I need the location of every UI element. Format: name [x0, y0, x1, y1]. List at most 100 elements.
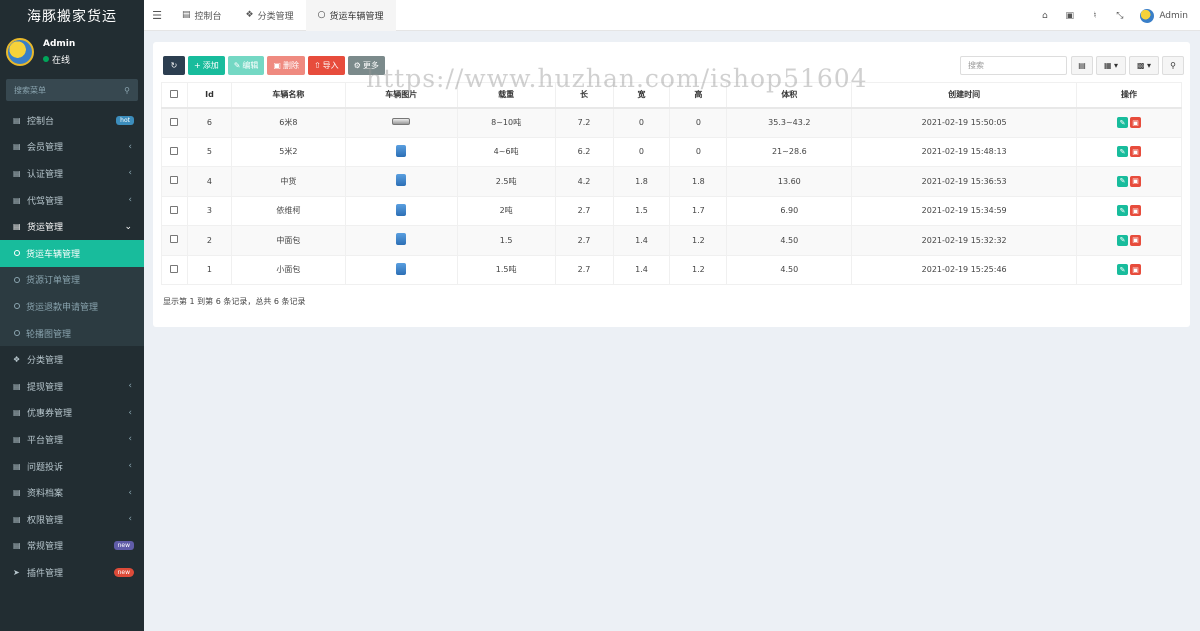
vehicle-thumbnail[interactable]	[396, 262, 407, 275]
menu-search-input[interactable]: 搜索菜单 ⚲	[6, 79, 138, 101]
trash-icon[interactable]: ▣	[1057, 11, 1082, 21]
cell-image[interactable]	[344, 166, 458, 197]
sidebar-item-driving[interactable]: ▤ 代驾管理 ‹	[0, 187, 144, 214]
checkbox[interactable]	[170, 264, 179, 273]
checkbox[interactable]	[170, 89, 179, 98]
cell-image[interactable]	[344, 254, 458, 285]
checkbox[interactable]	[170, 235, 179, 244]
row-checkbox[interactable]	[161, 195, 188, 226]
sidebar-item-label: 权限管理	[27, 515, 64, 526]
edit-row-button[interactable]: ✎	[1117, 146, 1129, 158]
sidebar-item-coupons[interactable]: ▤ 优惠券管理 ‹	[0, 400, 144, 427]
freight-submenu: 货运车辆管理 货源订单管理 货运退款申请管理 轮播图管理	[0, 239, 144, 347]
tab-category[interactable]: ❖ 分类管理	[234, 0, 306, 31]
row-checkbox[interactable]	[161, 225, 188, 256]
tab-dashboard[interactable]: ▤ 控制台	[170, 0, 234, 31]
vehicle-thumbnail[interactable]	[396, 144, 407, 157]
delete-button[interactable]: ▣ 删除	[267, 56, 305, 75]
trash-icon: ▣	[273, 61, 281, 70]
sidebar-item-general[interactable]: ▤ 常规管理 new	[0, 533, 144, 560]
menu-toggle-icon[interactable]: ☰	[144, 9, 170, 22]
table-search-input[interactable]: 搜索	[960, 56, 1067, 75]
vehicle-thumbnail[interactable]	[396, 203, 407, 216]
sidebar-item-dashboard[interactable]: ▤ 控制台 hot	[0, 107, 144, 134]
row-checkbox[interactable]	[161, 107, 188, 138]
vehicle-thumbnail[interactable]	[396, 233, 407, 246]
delete-row-button[interactable]: ▣	[1130, 205, 1142, 217]
sidebar-item-permissions[interactable]: ▤ 权限管理 ‹	[0, 506, 144, 533]
advanced-search-button[interactable]: ⚲	[1162, 56, 1184, 75]
sidebar-item-members[interactable]: ▤ 会员管理 ‹	[0, 134, 144, 161]
sidebar-item-category[interactable]: ❖ 分类管理	[0, 346, 144, 373]
pencil-icon: ✎	[233, 61, 241, 70]
columns-button[interactable]: ▦ ▾	[1096, 56, 1126, 75]
checkbox[interactable]	[170, 205, 179, 214]
user-menu[interactable]: Admin	[1159, 11, 1188, 21]
language-icon[interactable]: ♮	[1082, 11, 1107, 21]
add-button[interactable]: + 添加	[188, 56, 225, 75]
table-row[interactable]: 2 中面包 1.5 2.7 1.4 1.2 4.50 2021-02-19 15…	[161, 225, 1182, 256]
export-button[interactable]: ▩ ▾	[1129, 56, 1159, 75]
edit-row-button[interactable]: ✎	[1117, 175, 1129, 187]
edit-row-button[interactable]: ✎	[1117, 264, 1129, 276]
col-id[interactable]: Id	[186, 82, 232, 109]
refresh-button[interactable]: ↻	[163, 56, 185, 75]
cell-width: 1.4	[612, 254, 671, 285]
sidebar-subitem-orders[interactable]: 货源订单管理	[0, 267, 144, 294]
sidebar-subitem-carousel[interactable]: 轮播图管理	[0, 320, 144, 347]
truck-icon: ▤	[13, 222, 21, 232]
row-checkbox[interactable]	[161, 254, 188, 285]
leaf-icon: ❖	[13, 355, 21, 365]
delete-row-button[interactable]: ▣	[1130, 146, 1142, 158]
table-row[interactable]: 1 小面包 1.5吨 2.7 1.4 1.2 4.50 2021-02-19 1…	[161, 254, 1182, 285]
toggle-view-button[interactable]: ▤	[1071, 56, 1093, 75]
table-row[interactable]: 4 中货 2.5吨 4.2 1.8 1.8 13.60 2021-02-19 1…	[161, 166, 1182, 197]
edit-button[interactable]: ✎ 编辑	[227, 56, 265, 75]
checkbox[interactable]	[170, 146, 179, 155]
platform-icon: ▤	[13, 434, 21, 444]
sidebar-subitem-refunds[interactable]: 货运退款申请管理	[0, 293, 144, 320]
delete-row-button[interactable]: ▣	[1130, 117, 1142, 128]
vehicle-thumbnail[interactable]	[396, 174, 407, 187]
sidebar-item-platform[interactable]: ▤ 平台管理 ‹	[0, 426, 144, 453]
row-checkbox[interactable]	[161, 136, 188, 167]
delete-row-button[interactable]: ▣	[1130, 234, 1142, 246]
table-row[interactable]: 6 6米8 8~10吨 7.2 0 0 35.3~43.2 2021-02-19…	[161, 107, 1182, 138]
row-checkbox[interactable]	[161, 166, 188, 197]
sidebar-item-verification[interactable]: ▤ 认证管理 ‹	[0, 160, 144, 187]
sidebar-item-withdraw[interactable]: ▤ 提现管理 ‹	[0, 373, 144, 400]
vehicle-thumbnail[interactable]	[392, 118, 411, 125]
cell-image[interactable]	[344, 225, 458, 256]
sidebar-item-plugins[interactable]: ➤ 插件管理 new	[0, 559, 144, 586]
edit-row-button[interactable]: ✎	[1117, 234, 1129, 246]
cell-image[interactable]	[344, 136, 458, 167]
sidebar-item-complaints[interactable]: ▤ 问题投诉 ‹	[0, 453, 144, 480]
checkbox[interactable]	[170, 117, 179, 126]
home-icon[interactable]: ⌂	[1032, 11, 1057, 21]
table-row[interactable]: 3 依维柯 2吨 2.7 1.5 1.7 6.90 2021-02-19 15:…	[161, 195, 1182, 226]
import-button[interactable]: ⇧ 导入	[307, 56, 345, 75]
sidebar-subitem-label: 货运退款申请管理	[26, 302, 99, 313]
sidebar-subitem-vehicles[interactable]: 货运车辆管理	[0, 239, 144, 267]
cell-height: 1.2	[669, 225, 728, 256]
select-all-checkbox[interactable]	[161, 82, 188, 109]
edit-row-button[interactable]: ✎	[1117, 205, 1129, 217]
checkbox[interactable]	[170, 176, 179, 185]
fullscreen-icon[interactable]: ⤡	[1107, 11, 1132, 21]
cell-name: 小面包	[230, 254, 346, 285]
dashboard-icon: ▤	[13, 115, 21, 125]
avatar[interactable]	[1140, 8, 1155, 23]
sidebar-item-freight[interactable]: ▤ 货运管理 ⌄	[0, 213, 144, 240]
cell-image[interactable]	[344, 195, 458, 226]
cell-image[interactable]	[344, 107, 458, 138]
delete-row-button[interactable]: ▣	[1130, 175, 1142, 187]
col-created[interactable]: 创建时间	[851, 82, 1078, 109]
cell-volume: 4.50	[726, 254, 853, 285]
col-name[interactable]: 车辆名称	[230, 82, 346, 109]
app-title[interactable]: 海豚搬家货运	[0, 0, 144, 31]
sidebar-item-archives[interactable]: ▤ 资料档案 ‹	[0, 479, 144, 506]
tab-vehicles[interactable]: ○ 货运车辆管理	[305, 0, 396, 31]
edit-row-button[interactable]: ✎	[1117, 117, 1129, 128]
delete-row-button[interactable]: ▣	[1130, 264, 1142, 276]
table-row[interactable]: 5 5米2 4~6吨 6.2 0 0 21~28.6 2021-02-19 15…	[161, 136, 1182, 167]
